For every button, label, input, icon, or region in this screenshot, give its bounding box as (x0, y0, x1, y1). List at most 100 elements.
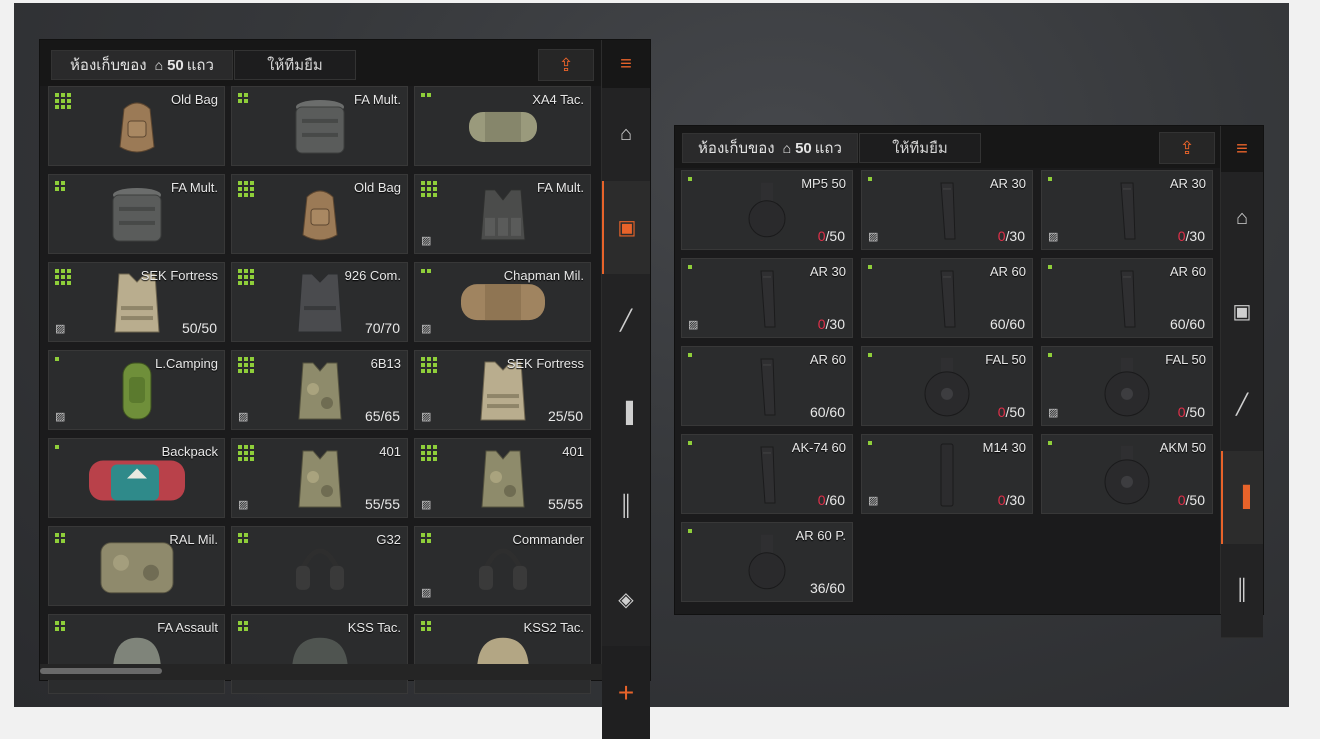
inventory-item-card[interactable]: Chapman Mil. ▨ (414, 262, 591, 342)
inventory-item-card[interactable]: KSS Tac. (231, 614, 408, 694)
inventory-item-card[interactable]: FA Mult. ▨ (414, 174, 591, 254)
inventory-item-card[interactable]: AK-74 60 0/60 (681, 434, 853, 514)
inventory-item-card[interactable]: FAL 50 ▨ 0/50 (1041, 346, 1213, 426)
horizontal-scrollbar[interactable] (40, 664, 602, 680)
inventory-item-card[interactable]: 401 ▨ 55/55 (414, 438, 591, 518)
item-name: SEK Fortress (140, 268, 218, 283)
sidebar-sight-tab[interactable]: ◈ (602, 553, 650, 647)
inventory-item-card[interactable]: SEK Fortress ▨ 50/50 (48, 262, 225, 342)
inventory-item-card[interactable]: Old Bag (231, 174, 408, 254)
item-image (465, 104, 541, 153)
sidebar-magazine-tab[interactable]: ▐ (1221, 451, 1263, 545)
sidebar-ammo-tab[interactable]: ║ (1221, 544, 1263, 638)
storage-tab-label: ห้องเก็บของ (70, 57, 147, 74)
bound-box-icon: ▨ (868, 495, 879, 507)
inventory-item-card[interactable]: Commander ▨ (414, 526, 591, 606)
inventory-item-card[interactable]: 401 ▨ 55/55 (231, 438, 408, 518)
item-image (119, 359, 155, 428)
size-indicator-icon (688, 441, 692, 445)
item-name: Old Bag (171, 92, 218, 107)
inventory-item-card[interactable]: FA Mult. (48, 174, 225, 254)
inventory-item-card[interactable]: 926 Com. 70/70 (231, 262, 408, 342)
inventory-item-card[interactable]: AR 60 P. 36/60 (681, 522, 853, 602)
storage-tab[interactable]: ห้องเก็บของ ⌂ 50 แถว (682, 133, 858, 163)
scroll-thumb[interactable] (40, 668, 162, 674)
size-indicator-icon (55, 93, 71, 109)
sidebar-plus-tab[interactable]: + (602, 646, 650, 739)
item-image (295, 447, 345, 516)
inventory-item-card[interactable]: AR 30 ▨ 0/30 (861, 170, 1033, 250)
cart-button[interactable]: ⇪ (1159, 132, 1215, 164)
size-indicator-icon (55, 269, 71, 285)
sidebar-vest-tab[interactable]: ▣ (1221, 265, 1263, 359)
bound-box-icon: ▨ (421, 235, 432, 247)
inventory-item-card[interactable]: FA Mult. (231, 86, 408, 166)
lend-tab-label: ให้ทีมยืม (267, 57, 323, 74)
item-image (937, 442, 957, 513)
inventory-item-card[interactable]: G32 (231, 526, 408, 606)
ammo-max: 30 (829, 316, 845, 332)
sidebar-rifle-tab[interactable]: ╱ (602, 274, 650, 368)
inventory-item-card[interactable]: AR 60 60/60 (861, 258, 1033, 338)
inventory-item-card[interactable]: KSS2 Tac. (414, 614, 591, 694)
sidebar-ammo-tab[interactable]: ║ (602, 460, 650, 554)
inventory-item-card[interactable]: AR 30 ▨ 0/30 (1041, 170, 1213, 250)
item-image (97, 537, 177, 602)
size-indicator-icon (238, 445, 254, 461)
top-bar: ห้องเก็บของ ⌂ 50 แถว ให้ทีมยืม ⇪ (40, 40, 650, 86)
inventory-item-card[interactable]: Old Bag (48, 86, 225, 166)
sidebar-rifle-tab[interactable]: ╱ (1221, 358, 1263, 452)
inventory-item-card[interactable]: FA Assault (48, 614, 225, 694)
item-image (292, 95, 348, 164)
size-indicator-icon (868, 441, 872, 445)
inventory-item-card[interactable]: SEK Fortress ▨ 25/50 (414, 350, 591, 430)
storage-tab[interactable]: ห้องเก็บของ ⌂ 50 แถว (51, 50, 233, 80)
item-name: AR 60 (1169, 264, 1206, 279)
item-durability: 55/55 (547, 496, 583, 512)
bound-box-icon: ▨ (421, 411, 432, 423)
sidebar-home-tab[interactable]: ⌂ (1221, 172, 1263, 266)
cart-icon: ⇪ (558, 54, 574, 75)
cart-button[interactable]: ⇪ (538, 49, 594, 81)
inventory-item-card[interactable]: Backpack (48, 438, 225, 518)
sight-icon: ◈ (618, 589, 634, 611)
inventory-item-card[interactable]: AR 60 60/60 (681, 346, 853, 426)
ammo-max: 50 (1009, 404, 1025, 420)
inventory-item-card[interactable]: AR 30 ▨ 0/30 (681, 258, 853, 338)
item-ammo-count: 0/30 (818, 316, 845, 332)
inventory-item-card[interactable]: AKM 50 0/50 (1041, 434, 1213, 514)
inventory-item-card[interactable]: L.Camping ▨ (48, 350, 225, 430)
inventory-item-card[interactable]: AR 60 60/60 (1041, 258, 1213, 338)
sidebar-stack-tab[interactable]: ≡ (1221, 126, 1263, 172)
item-image (475, 184, 531, 251)
top-bar: ห้องเก็บของ ⌂ 50 แถว ให้ทีมยืม ⇪ (675, 126, 1263, 168)
lend-to-team-tab[interactable]: ให้ทีมยืม (859, 133, 981, 163)
item-ammo-count: 0/30 (998, 492, 1025, 508)
lend-to-team-tab[interactable]: ให้ทีมยืม (234, 50, 356, 80)
magazine-icon: ▐ (1235, 486, 1251, 508)
lend-tab-label: ให้ทีมยืม (892, 140, 948, 157)
size-indicator-icon (1048, 177, 1052, 181)
sidebar-magazine-tab[interactable]: ▐ (602, 367, 650, 461)
sidebar-vest-tab[interactable]: ▣ (602, 181, 650, 275)
inventory-panel-gear: ห้องเก็บของ ⌂ 50 แถว ให้ทีมยืม ⇪ ≡ ⌂ ▣ ╱ ▐ ║ ◈… (40, 40, 650, 739)
item-name: RAL Mil. (169, 532, 218, 547)
bound-box-icon: ▨ (55, 323, 66, 335)
item-name: Chapman Mil. (503, 268, 584, 283)
inventory-item-card[interactable]: XA4 Tac. (414, 86, 591, 166)
bound-box-icon: ▨ (421, 323, 432, 335)
inventory-item-card[interactable]: MP5 50 0/50 (681, 170, 853, 250)
item-image (290, 536, 350, 603)
item-name: 401 (379, 444, 401, 459)
ammo-current: 0 (817, 492, 826, 508)
inventory-item-card[interactable]: 6B13 ▨ 65/65 (231, 350, 408, 430)
bound-box-icon: ▨ (238, 411, 249, 423)
item-name: 401 (562, 444, 584, 459)
bound-box-icon: ▨ (688, 319, 699, 331)
inventory-item-card[interactable]: M14 30 ▨ 0/30 (861, 434, 1033, 514)
sidebar-stack-tab[interactable]: ≡ (602, 40, 650, 88)
sidebar-home-tab[interactable]: ⌂ (602, 88, 650, 182)
inventory-item-card[interactable]: FAL 50 0/50 (861, 346, 1033, 426)
inventory-item-card[interactable]: RAL Mil. (48, 526, 225, 606)
size-indicator-icon (688, 529, 692, 533)
